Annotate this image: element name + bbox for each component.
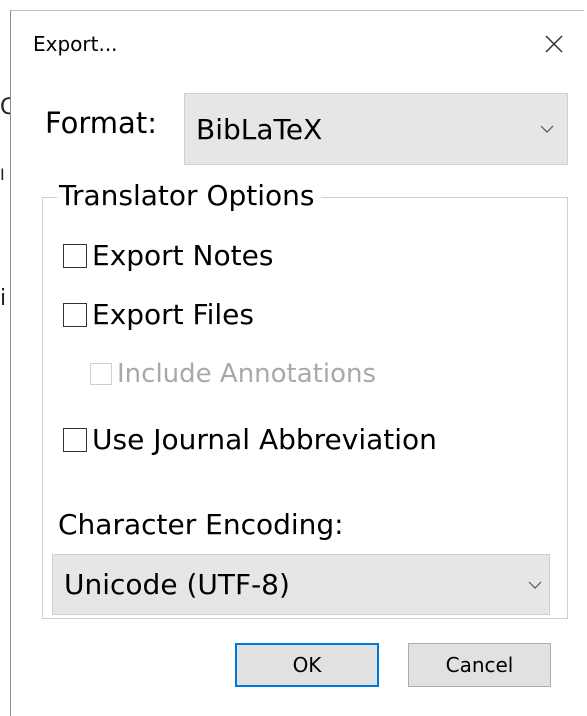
- checkbox-label: Export Files: [92, 298, 254, 331]
- chevron-down-icon: [528, 581, 542, 589]
- checkbox-box[interactable]: [63, 243, 87, 268]
- character-encoding-label: Character Encoding:: [58, 508, 344, 541]
- character-encoding-select[interactable]: Unicode (UTF-8): [52, 554, 550, 615]
- title-bar: Export...: [11, 11, 584, 79]
- cancel-button[interactable]: Cancel: [408, 643, 551, 687]
- checkbox-box[interactable]: [63, 302, 87, 327]
- checkbox-label: Include Annotations: [117, 359, 377, 389]
- ok-button[interactable]: OK: [235, 643, 379, 687]
- dialog-title: Export...: [33, 32, 118, 56]
- checkbox-label: Use Journal Abbreviation: [92, 423, 437, 456]
- checkbox-label: Export Notes: [92, 239, 274, 272]
- format-select[interactable]: BibLaTeX: [184, 93, 568, 165]
- translator-options-legend: Translator Options: [57, 179, 321, 212]
- format-label: Format:: [45, 106, 157, 140]
- use-journal-abbreviation-checkbox[interactable]: Use Journal Abbreviation: [63, 423, 437, 456]
- export-dialog: Export... Format: BibLaTeX Translator Op…: [10, 10, 584, 716]
- export-notes-checkbox[interactable]: Export Notes: [63, 239, 273, 272]
- chevron-down-icon: [540, 125, 554, 133]
- encoding-selected-value: Unicode (UTF-8): [64, 568, 290, 601]
- checkbox-box[interactable]: [63, 427, 87, 452]
- export-files-checkbox[interactable]: Export Files: [63, 298, 254, 331]
- close-button[interactable]: [539, 29, 569, 59]
- close-icon: [545, 35, 563, 53]
- background-fragment: I: [0, 165, 5, 184]
- checkbox-box: [90, 363, 112, 385]
- include-annotations-checkbox: Include Annotations: [90, 359, 376, 389]
- background-fragment: i: [0, 286, 7, 311]
- format-selected-value: BibLaTeX: [196, 113, 323, 146]
